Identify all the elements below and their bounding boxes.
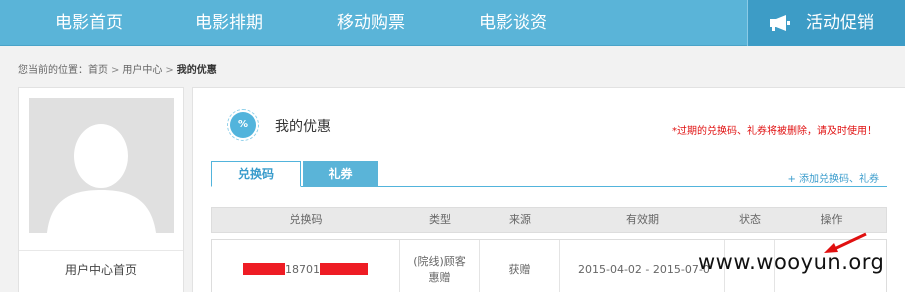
cell-code: 18701 xyxy=(212,240,400,292)
breadcrumb-user-center[interactable]: 用户中心 xyxy=(122,65,162,76)
column-header-type: 类型 xyxy=(429,213,451,226)
sidebar: 用户中心首页 xyxy=(18,87,184,292)
expiry-warning: *过期的兑换码、礼券将被删除，请及时使用！ xyxy=(672,126,877,137)
breadcrumb: 您当前的位置：首页 > 用户中心 > 我的优惠 xyxy=(18,61,217,76)
promo-label: 活动促销 xyxy=(806,13,874,33)
nav-item-schedule[interactable]: 电影排期 xyxy=(195,0,263,46)
cell-source: 获赠 xyxy=(480,240,560,292)
nav-item-movie-talk[interactable]: 电影谈资 xyxy=(479,0,547,46)
column-header-validity: 有效期 xyxy=(626,213,659,226)
breadcrumb-separator: > xyxy=(111,65,120,76)
redaction-mark xyxy=(320,263,368,275)
watermark: www.wooyun.org xyxy=(698,250,885,274)
avatar[interactable] xyxy=(29,98,174,233)
coupon-percent-icon: % xyxy=(227,109,259,141)
user-avatar-icon xyxy=(29,98,174,233)
column-header-action: 操作 xyxy=(820,213,843,226)
breadcrumb-separator: > xyxy=(165,65,174,76)
tab-gift-voucher[interactable]: 礼券 xyxy=(303,161,378,187)
code-value: 18701 xyxy=(285,262,320,276)
breadcrumb-prefix: 您当前的位置： xyxy=(18,65,88,76)
column-header-code: 兑换码 xyxy=(289,213,323,226)
nav-item-mobile-ticket[interactable]: 移动购票 xyxy=(337,0,405,46)
cell-type: (院线)顾客惠赠 xyxy=(400,240,480,292)
megaphone-icon xyxy=(770,15,790,31)
column-header-source: 来源 xyxy=(509,213,531,226)
add-code-link[interactable]: + 添加兑换码、礼券 xyxy=(787,170,879,185)
column-header-status: 状态 xyxy=(739,213,761,226)
redaction-mark xyxy=(243,263,285,275)
nav-item-promotions[interactable]: 活动促销 xyxy=(747,0,905,46)
page-title: 我的优惠 xyxy=(275,119,331,135)
sidebar-item-user-center-home[interactable]: 用户中心首页 xyxy=(19,250,183,290)
nav-item-home[interactable]: 电影首页 xyxy=(55,0,123,46)
top-nav: 电影首页 电影排期 移动购票 电影谈资 活动促销 xyxy=(0,0,905,46)
tab-redeem-code[interactable]: 兑换码 xyxy=(211,161,301,187)
breadcrumb-home[interactable]: 首页 xyxy=(88,65,108,76)
breadcrumb-current: 我的优惠 xyxy=(176,65,217,76)
table-header: 兑换码 类型 来源 有效期 状态 操作 xyxy=(211,207,887,233)
